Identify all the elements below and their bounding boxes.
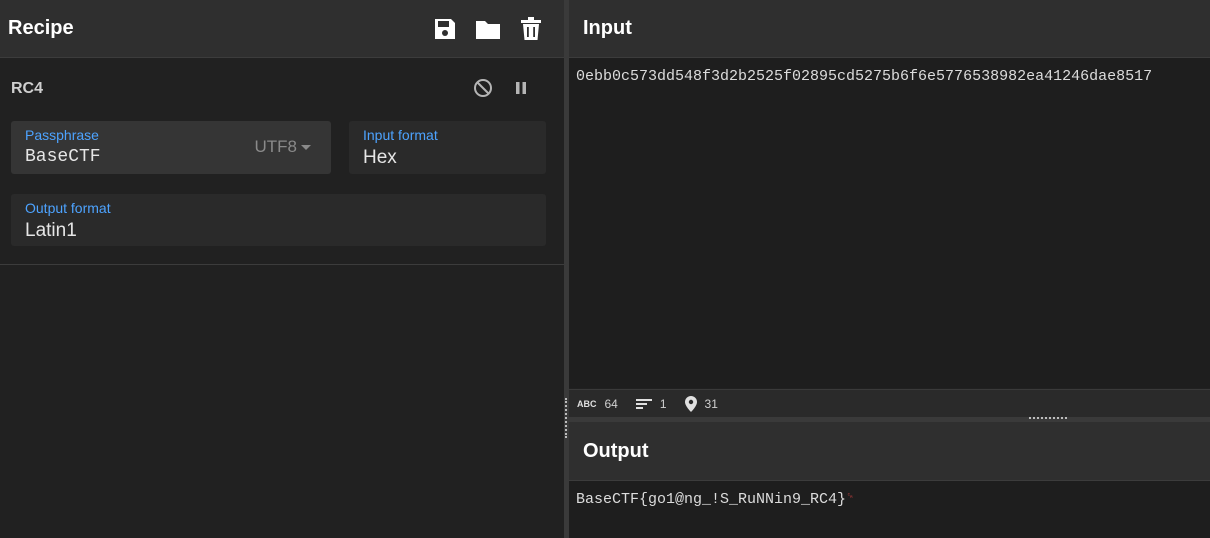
lines-icon <box>635 398 652 409</box>
recipe-actions <box>432 16 544 42</box>
disable-operation-button[interactable] <box>470 75 496 101</box>
clear-recipe-button[interactable] <box>518 16 544 42</box>
save-recipe-button[interactable] <box>432 16 458 42</box>
folder-icon <box>476 20 500 39</box>
output-format-label: Output format <box>25 200 111 216</box>
load-recipe-button[interactable] <box>475 16 501 42</box>
output-format-field[interactable]: Output format Latin1 <box>11 194 546 246</box>
output-text-line: BaseCTF{go1@ng_!S_RuNNin9_RC4}␍ <box>576 491 854 508</box>
passphrase-field[interactable]: Passphrase BaseCTF UTF8 <box>11 121 331 174</box>
chevron-down-icon <box>301 144 311 150</box>
passphrase-label: Passphrase <box>25 127 99 143</box>
input-format-value[interactable]: Hex <box>363 147 397 169</box>
recipe-title: Recipe <box>8 17 74 39</box>
passphrase-encoding-dropdown[interactable]: UTF8 <box>254 137 311 157</box>
input-title: Input <box>583 17 632 39</box>
pause-operation-button[interactable] <box>508 75 534 101</box>
operation-controls <box>470 75 534 101</box>
recipe-pane: Recipe RC4 Passphrase BaseCTF UTF8 Input… <box>0 0 564 538</box>
save-icon <box>435 18 455 39</box>
carriage-return-icon: ␍ <box>846 492 855 503</box>
rc4-operation: RC4 Passphrase BaseCTF UTF8 Input format… <box>0 59 564 265</box>
input-textarea[interactable]: 0ebb0c573dd548f3d2b2525f02895cd5275b6f6e… <box>569 58 1210 388</box>
position-stat: 31 <box>684 395 718 412</box>
pause-icon <box>516 82 526 94</box>
location-pin-icon <box>684 395 697 412</box>
input-text[interactable]: 0ebb0c573dd548f3d2b2525f02895cd5275b6f6e… <box>576 68 1152 85</box>
input-format-label: Input format <box>363 127 438 143</box>
recipe-header: Recipe <box>0 0 564 58</box>
lines-stat: 1 <box>635 396 667 411</box>
trash-icon <box>521 16 541 40</box>
io-pane: Input 0ebb0c573dd548f3d2b2525f02895cd527… <box>569 0 1210 538</box>
passphrase-value[interactable]: BaseCTF <box>25 147 101 167</box>
lines-value: 1 <box>659 396 667 411</box>
position-value: 31 <box>704 396 718 411</box>
operation-name: RC4 <box>11 80 44 97</box>
length-value: 64 <box>604 396 618 411</box>
abc-icon: ABC <box>577 398 597 409</box>
output-text[interactable]: BaseCTF{go1@ng_!S_RuNNin9_RC4} <box>576 491 846 508</box>
encoding-value: UTF8 <box>254 137 298 156</box>
length-stat: ABC 64 <box>577 397 618 411</box>
input-status-bar: ABC 64 1 31 <box>569 389 1210 417</box>
input-header: Input <box>569 0 1210 58</box>
input-format-field[interactable]: Input format Hex <box>349 121 546 174</box>
output-textarea[interactable]: BaseCTF{go1@ng_!S_RuNNin9_RC4}␍ <box>569 481 1210 538</box>
output-header: Output <box>569 422 1210 481</box>
disable-icon <box>474 79 492 97</box>
splitter-grip[interactable] <box>1029 417 1067 421</box>
output-title: Output <box>583 439 649 462</box>
output-format-value[interactable]: Latin1 <box>25 220 77 242</box>
